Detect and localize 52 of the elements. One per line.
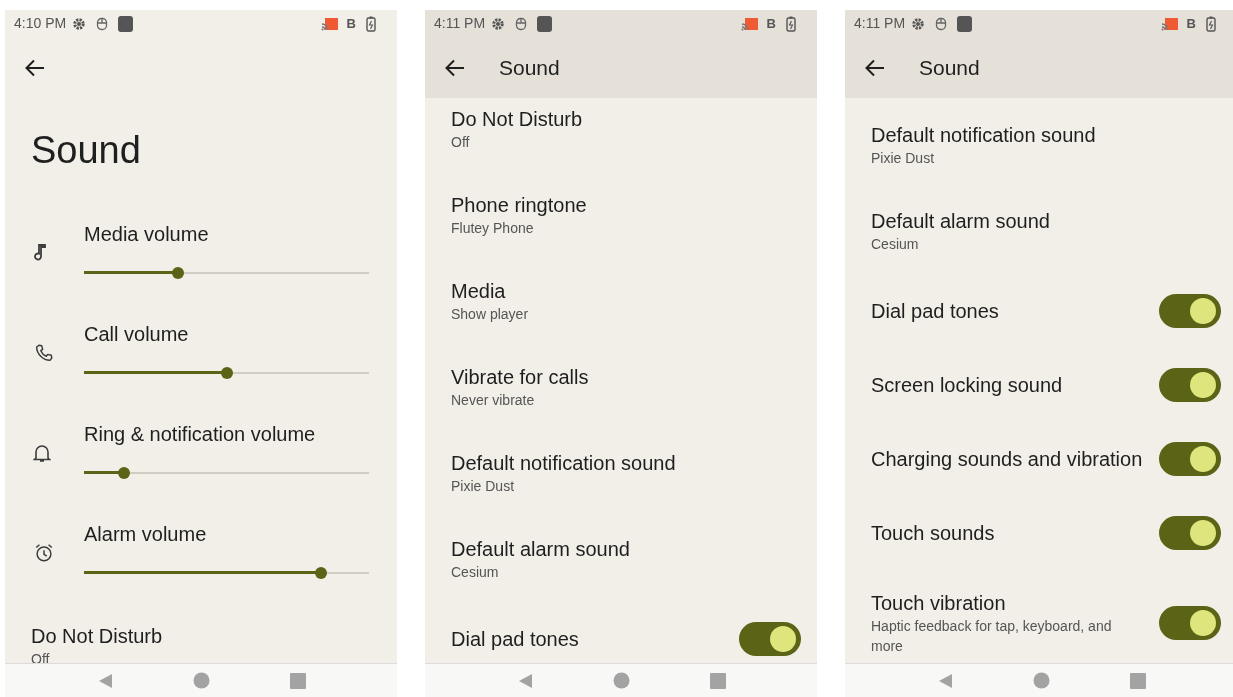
slider-label: Media volume — [84, 222, 210, 247]
back-button[interactable] — [25, 58, 45, 77]
toggle-switch[interactable] — [1159, 294, 1221, 328]
status-time: 4:11 PM — [854, 14, 906, 33]
status-indicator: B — [766, 14, 776, 33]
mouse-icon — [96, 16, 109, 31]
toolbar-title: Sound — [499, 54, 560, 81]
toolbar-title: Sound — [919, 54, 980, 81]
battery-icon — [366, 15, 376, 32]
alarm-clock-icon — [33, 542, 55, 564]
toggle-switch[interactable] — [1159, 368, 1221, 402]
battery-icon — [786, 15, 796, 32]
music-note-icon — [33, 243, 47, 263]
settings-item[interactable]: Media Show player — [425, 258, 817, 344]
toggle-switch[interactable] — [1159, 516, 1221, 550]
toggle-switch[interactable] — [1159, 606, 1221, 640]
cast-icon — [740, 16, 759, 31]
switch-row[interactable]: Touch sounds — [845, 496, 1233, 570]
battery-icon — [1206, 15, 1216, 32]
toggle-switch[interactable] — [1159, 442, 1221, 476]
status-indicator: B — [346, 14, 356, 33]
slider-label: Alarm volume — [84, 522, 208, 547]
square-icon — [537, 15, 553, 32]
settings-item[interactable]: Default alarm sound Cesium — [845, 188, 1233, 274]
switch-row[interactable]: Charging sounds and vibration — [845, 422, 1233, 496]
settings-item[interactable]: Default notification sound Pixie Dust — [845, 102, 1233, 188]
status-indicator: B — [1186, 14, 1196, 33]
switch-row[interactable]: Dial pad tones — [845, 274, 1233, 348]
page-title: Sound — [31, 129, 141, 171]
settings-item[interactable]: Do Not Disturb Off — [425, 98, 817, 172]
cast-icon — [320, 16, 339, 31]
slider-label: Call volume — [84, 322, 190, 347]
status-time: 4:10 PM — [14, 14, 67, 33]
square-icon — [957, 15, 973, 32]
status-time: 4:11 PM — [434, 14, 486, 33]
settings-item[interactable]: Default alarm sound Cesium — [425, 516, 817, 602]
toggle-switch[interactable] — [739, 622, 801, 656]
back-button[interactable] — [445, 58, 465, 77]
settings-item[interactable]: Vibrate for calls Never vibrate — [425, 344, 817, 430]
switch-row[interactable]: Dial pad tones — [425, 602, 817, 663]
switch-row[interactable]: Touch vibration Haptic feedback for tap, keyboard, and more — [845, 570, 1233, 663]
square-icon — [118, 15, 134, 32]
mouse-icon — [935, 16, 948, 31]
back-button[interactable] — [865, 58, 885, 77]
phone-icon — [33, 342, 55, 364]
switch-row[interactable]: Screen locking sound — [845, 348, 1233, 422]
slider-label: Ring & notification volume — [84, 422, 317, 447]
settings-item[interactable]: Phone ringtone Flutey Phone — [425, 172, 817, 258]
cast-icon — [1160, 16, 1179, 31]
mouse-icon — [515, 16, 528, 31]
settings-item[interactable]: Default notification sound Pixie Dust — [425, 430, 817, 516]
bell-icon — [33, 443, 51, 463]
